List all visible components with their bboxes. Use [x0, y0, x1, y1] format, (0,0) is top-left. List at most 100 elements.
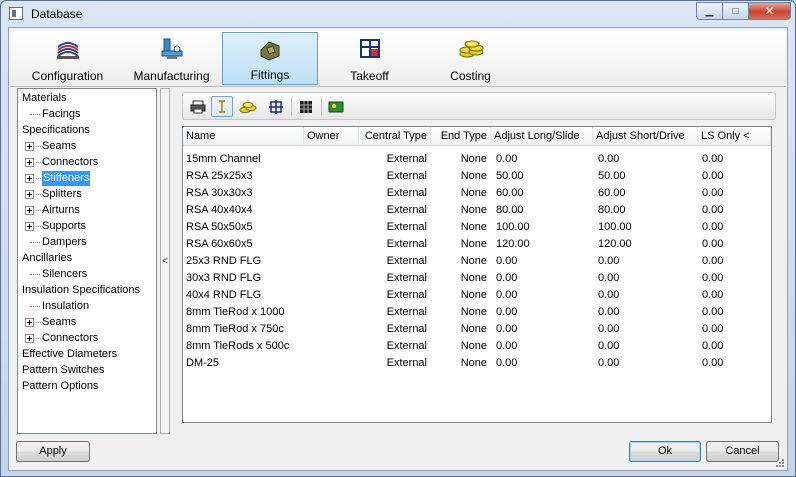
- title-bar[interactable]: Database ▁ □ ✕: [1, 1, 795, 27]
- grid-view-button[interactable]: [295, 96, 317, 117]
- expand-plus-icon[interactable]: [25, 158, 34, 167]
- text-cursor-icon: [219, 99, 225, 113]
- expand-plus-icon[interactable]: [25, 142, 34, 151]
- table-cell: 100.00: [598, 221, 632, 233]
- table-row[interactable]: 30x3 RND FLG External None 0.00 0.00 0.00: [183, 270, 771, 287]
- table-cell: 0.00: [702, 272, 724, 284]
- expand-plus-icon[interactable]: [25, 334, 34, 343]
- close-button[interactable]: ✕: [748, 2, 791, 20]
- table-cell: External: [386, 323, 427, 335]
- table-cell: [307, 219, 359, 236]
- table-cell: None: [460, 340, 487, 352]
- table-cell: RSA 40x40x4: [186, 204, 253, 216]
- resize-grip-icon[interactable]: [775, 458, 785, 468]
- table-cell: [307, 185, 359, 202]
- table-cell: 0.00: [702, 306, 724, 318]
- apply-button[interactable]: Apply: [16, 441, 90, 462]
- table-row[interactable]: 40x4 RND FLG External None 0.00 0.00 0.00: [183, 287, 771, 304]
- table-cell: RSA 50x50x5: [186, 221, 253, 233]
- table-cell: 15mm Channel: [186, 153, 261, 165]
- cancel-button[interactable]: Cancel: [706, 441, 779, 462]
- table-cell: 8mm TieRods x 500c: [186, 340, 290, 352]
- table-cell: 0.00: [598, 289, 620, 301]
- print-button[interactable]: [187, 96, 209, 117]
- expand-plus-icon[interactable]: [25, 318, 34, 327]
- column-header[interactable]: Adjust Long/Slide: [491, 127, 593, 146]
- column-header[interactable]: Owner: [304, 127, 359, 146]
- table-cell: 0.00: [702, 238, 724, 250]
- table-cell: 0.00: [598, 306, 620, 318]
- table-cell: 0.00: [702, 221, 724, 233]
- costing-tool-button[interactable]: [237, 96, 259, 117]
- table-row[interactable]: RSA 60x60x5 External None 120.00 120.00 0.00: [183, 236, 771, 253]
- table-row[interactable]: RSA 40x40x4 External None 80.00 80.00 0.00: [183, 202, 771, 219]
- table-row[interactable]: 15mm Channel External None 0.00 0.00 0.00: [183, 151, 771, 168]
- tree-item-label: Connectors: [42, 332, 99, 344]
- ok-button[interactable]: Ok: [629, 441, 701, 462]
- column-header[interactable]: LS Only <: [698, 127, 771, 146]
- table-cell: 60.00: [598, 187, 626, 199]
- table-cell: 100.00: [496, 221, 530, 233]
- table-cell: External: [386, 238, 427, 250]
- category-tree[interactable]: Materials Facings Specifications Seams Conne…: [17, 88, 157, 434]
- table-row[interactable]: RSA 30x30x3 External None 60.00 60.00 0.00: [183, 185, 771, 202]
- module-costing[interactable]: Costing: [423, 32, 518, 85]
- table-cell: [307, 202, 359, 219]
- expand-plus-icon[interactable]: [25, 174, 34, 183]
- table-cell: 80.00: [598, 204, 626, 216]
- expand-plus-icon[interactable]: [25, 190, 34, 199]
- table-cell: 120.00: [496, 238, 530, 250]
- table-row[interactable]: 8mm TieRod x 750c External None 0.00 0.00 0.0…: [183, 321, 771, 338]
- table-row[interactable]: 8mm TieRods x 500c External None 0.00 0.00 0.…: [183, 338, 771, 355]
- column-header[interactable]: Adjust Short/Drive: [593, 127, 698, 146]
- splitter-collapse-button[interactable]: <: [160, 88, 170, 434]
- table-row[interactable]: DM-25 External None 0.00 0.00 0.00: [183, 355, 771, 372]
- table-cell: 80.00: [496, 204, 524, 216]
- table-cell: 0.00: [496, 340, 518, 352]
- table-cell: 0.00: [702, 204, 724, 216]
- expand-plus-icon[interactable]: [25, 206, 34, 215]
- table-cell: External: [386, 272, 427, 284]
- table-row[interactable]: 8mm TieRod x 1000 External None 0.00 0.00 0.0…: [183, 304, 771, 321]
- module-fittings[interactable]: Fittings: [222, 32, 318, 85]
- table-cell: [307, 168, 359, 185]
- table-cell: 0.00: [598, 255, 620, 267]
- grid-toolbar: [182, 92, 776, 120]
- module-manufacturing[interactable]: Manufacturing: [124, 32, 219, 85]
- table-row[interactable]: 25x3 RND FLG External None 0.00 0.00 0.00: [183, 253, 771, 270]
- table-cell: External: [386, 306, 427, 318]
- table-cell: 50.00: [496, 170, 524, 182]
- table-cell: External: [386, 221, 427, 233]
- module-label: Costing: [450, 69, 491, 83]
- table-cell: None: [460, 306, 487, 318]
- table-cell: None: [460, 170, 487, 182]
- table-cell: 0.00: [496, 306, 518, 318]
- table-cell: 0.00: [496, 357, 518, 369]
- module-configuration[interactable]: Configuration: [20, 32, 115, 85]
- tree-item-label: Splitters: [42, 188, 82, 200]
- tree-item-label: Insulation: [42, 300, 90, 312]
- tree-item-label: Seams: [42, 140, 77, 152]
- minimize-button[interactable]: ▁: [696, 2, 722, 20]
- text-tool-button[interactable]: [211, 96, 233, 117]
- crosshair-tool-button[interactable]: [265, 96, 287, 117]
- table-row[interactable]: RSA 50x50x5 External None 100.00 100.00 0.00: [183, 219, 771, 236]
- table-cell: 0.00: [598, 272, 620, 284]
- table-cell: 0.00: [496, 153, 518, 165]
- module-takeoff[interactable]: Takeoff: [322, 32, 417, 85]
- stiffeners-grid[interactable]: Name Owner Central Type End Type Adjust Long…: [182, 126, 772, 423]
- table-cell: None: [460, 357, 487, 369]
- table-cell: 0.00: [598, 357, 620, 369]
- table-cell: 0.00: [496, 323, 518, 335]
- image-button[interactable]: [325, 96, 347, 117]
- table-row[interactable]: RSA 25x25x3 External None 50.00 50.00 0.00: [183, 168, 771, 185]
- table-cell: 0.00: [702, 323, 724, 335]
- column-header[interactable]: Central Type: [359, 127, 431, 146]
- tree-item-label: Pattern Switches: [22, 364, 105, 376]
- column-header[interactable]: End Type: [431, 127, 491, 146]
- crosshair-icon: [269, 99, 283, 114]
- column-header[interactable]: Name: [183, 127, 304, 146]
- maximize-button[interactable]: □: [722, 2, 748, 20]
- window-title: Database: [31, 7, 83, 21]
- expand-plus-icon[interactable]: [25, 222, 34, 231]
